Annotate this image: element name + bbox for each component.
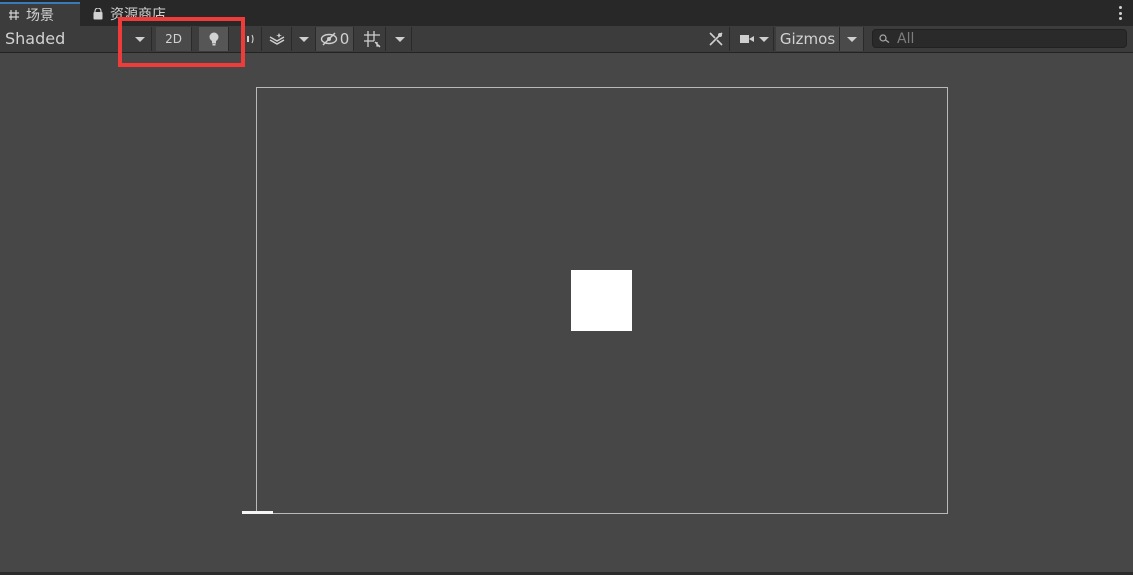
scene-viewport[interactable] [0,53,1133,575]
effects-button[interactable] [262,27,292,51]
gizmos-label: Gizmos [779,30,836,48]
audio-icon [241,34,254,44]
toggle-2d-button[interactable]: 2D [156,27,192,51]
more-options-icon[interactable] [1118,6,1122,20]
scene-toolbar: Shaded 2D 0 Gizmos All [0,26,1133,53]
lighting-toggle-button[interactable] [199,27,229,51]
audio-toggle-button[interactable] [234,27,262,51]
search-input[interactable] [897,30,1117,47]
gizmos-dropdown[interactable] [840,27,864,51]
hidden-count: 0 [339,30,350,48]
chevron-down-icon [394,36,405,42]
lightbulb-icon [209,32,218,45]
search-box[interactable] [872,29,1127,48]
grid-snap-icon [363,31,380,48]
layers-icon [269,33,284,45]
video-camera-icon [739,35,754,43]
square-sprite[interactable] [571,270,632,331]
origin-marker [242,511,273,514]
tab-label: 资源商店 [110,7,166,23]
hidden-objects-toggle[interactable]: 0 [316,27,354,51]
eye-slash-icon [320,32,337,46]
tab-scene[interactable]: 场景 [0,2,80,26]
chevron-down-icon [846,36,857,42]
camera-settings-button[interactable] [734,27,774,51]
toggle-2d-label: 2D [165,32,182,46]
chevron-down-icon [758,36,769,42]
effects-dropdown[interactable] [292,27,316,51]
tab-asset-store[interactable]: 资源商店 [84,2,194,26]
draw-mode-dropdown[interactable] [128,27,152,51]
chevron-down-icon [134,36,145,42]
draw-mode-label[interactable]: Shaded [5,29,65,48]
tools-button[interactable] [702,27,730,51]
grid-snap-button[interactable] [358,27,386,51]
grid-icon [9,10,19,20]
tab-bar: 场景 资源商店 [0,0,1133,26]
tab-label: 场景 [26,8,54,24]
chevron-down-icon [298,36,309,42]
search-icon [879,33,890,43]
tools-icon [708,32,723,46]
gizmos-button[interactable]: Gizmos [776,27,840,51]
grid-snap-dropdown[interactable] [388,27,412,51]
shopping-bag-icon [93,8,103,20]
